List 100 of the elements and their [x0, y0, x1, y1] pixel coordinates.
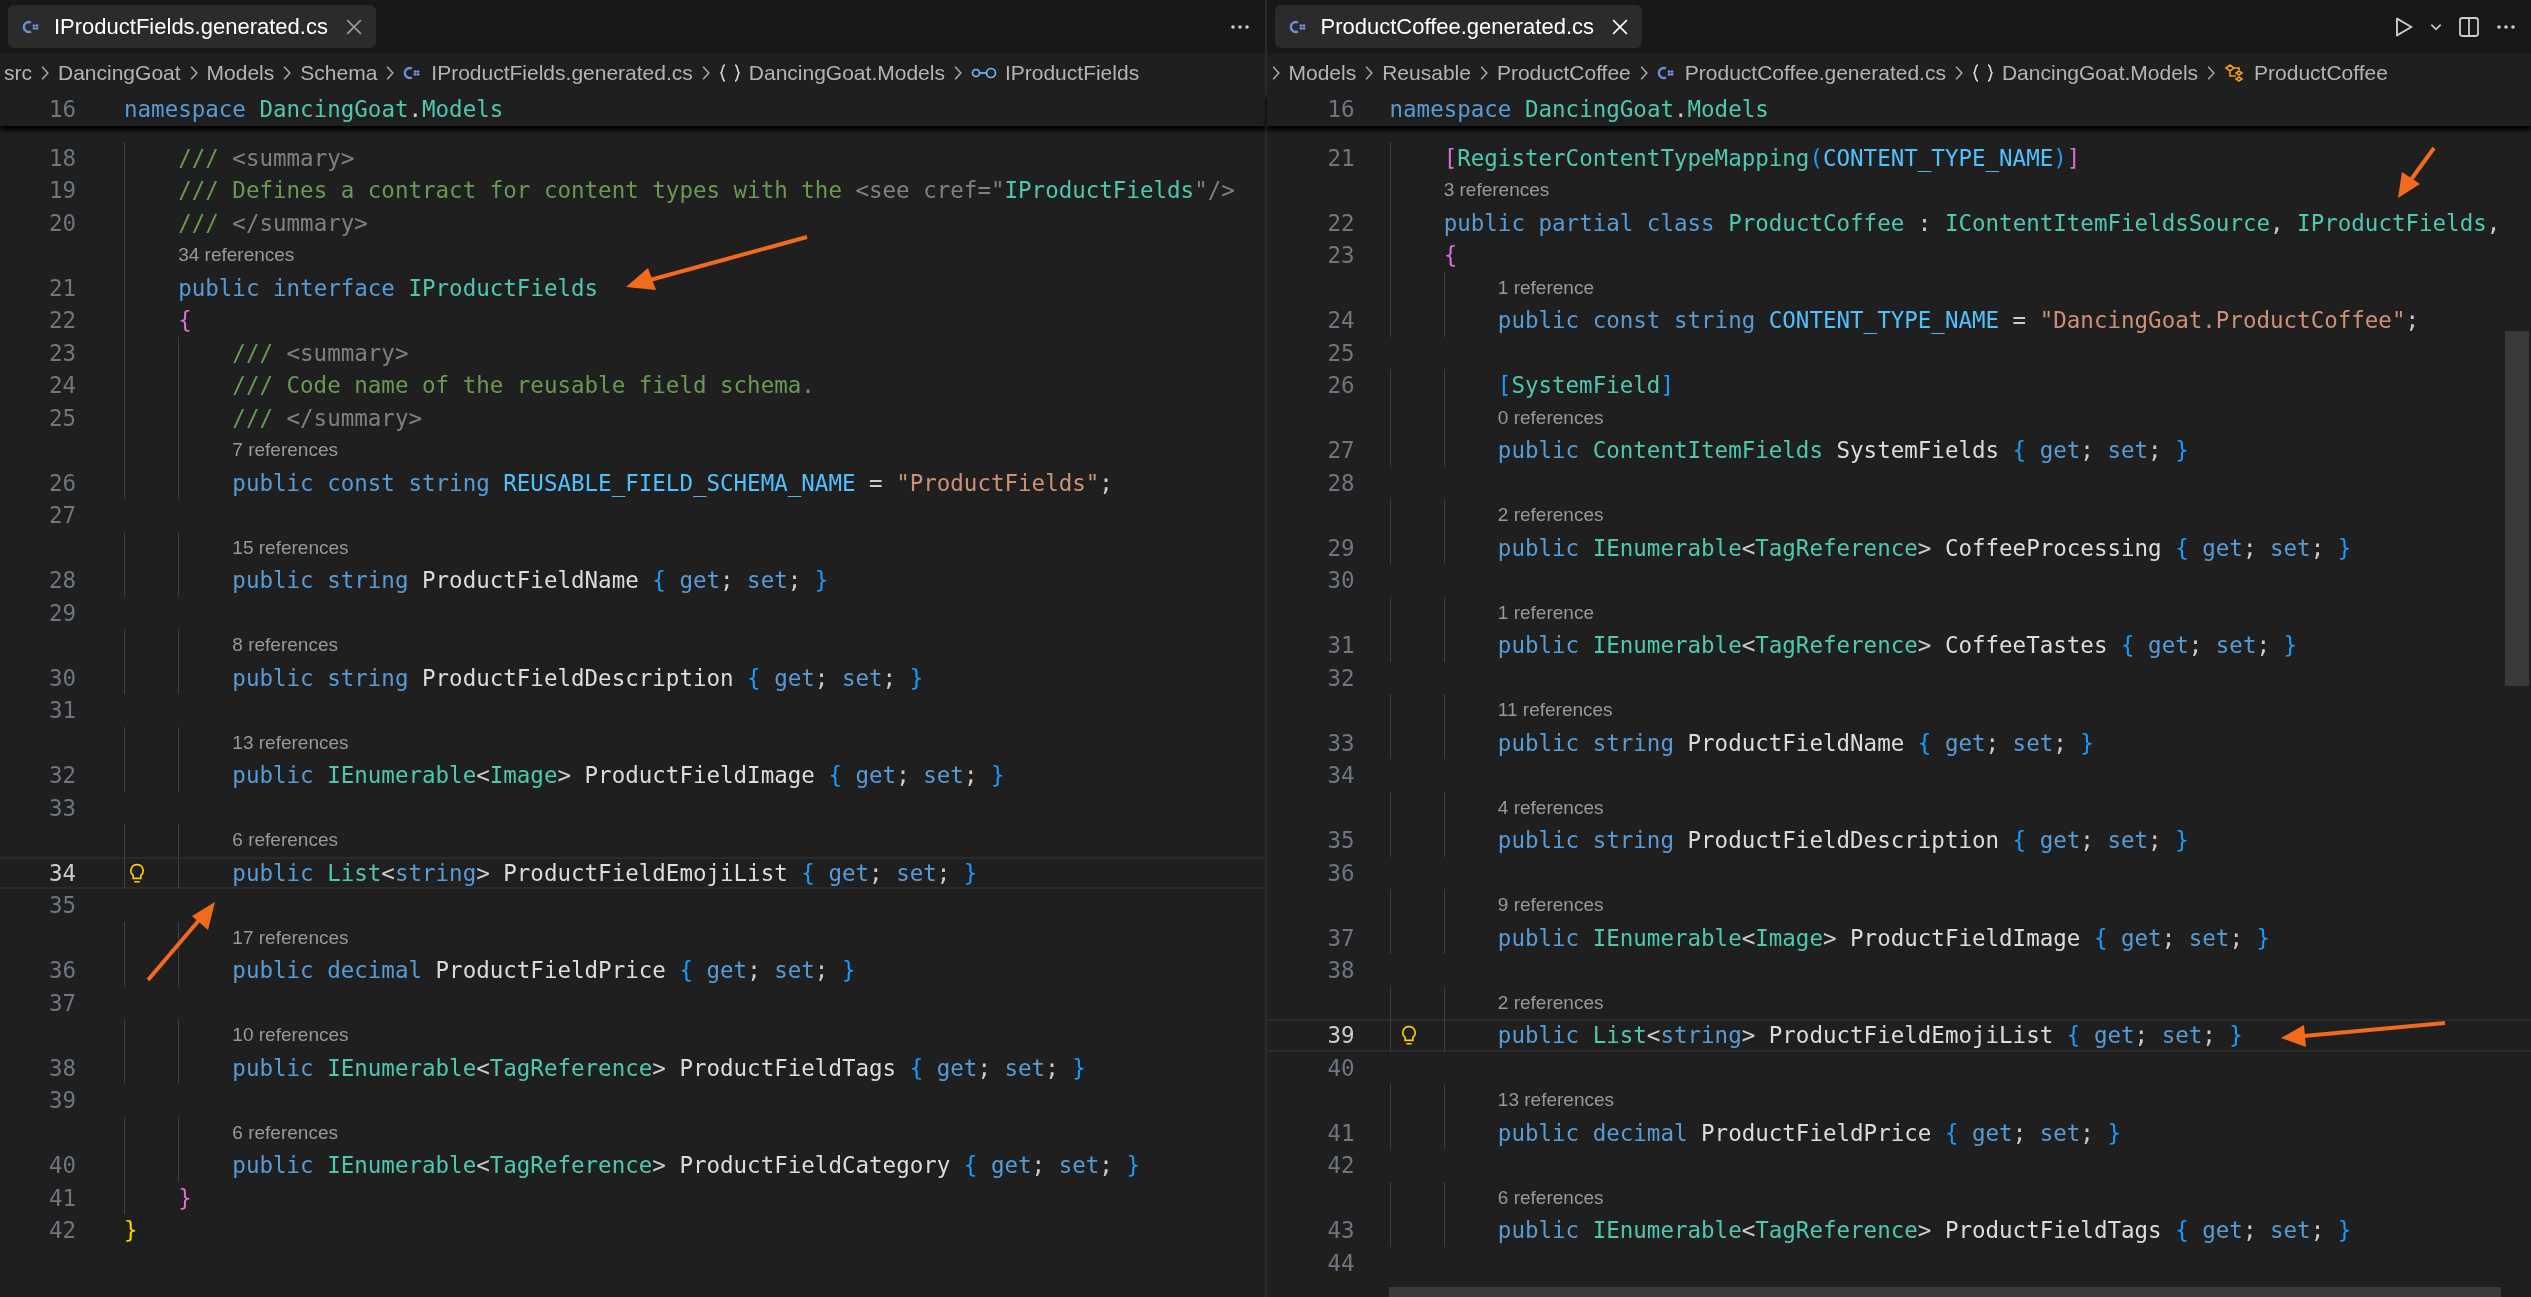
line-number: 28: [1326, 469, 1356, 496]
chevron-icon: [700, 65, 711, 81]
line-number: 30: [47, 664, 77, 691]
line-number: 31: [47, 697, 77, 724]
line-number: 21: [1326, 144, 1356, 171]
breadcrumb-item[interactable]: Models: [206, 61, 275, 85]
line-number: 29: [47, 599, 77, 626]
codelens-link[interactable]: 0 references: [1497, 406, 1604, 429]
chevron-icon: [40, 65, 50, 81]
codelens-link[interactable]: 17 references: [232, 926, 349, 949]
line-number: 41: [1326, 1119, 1356, 1146]
codelens-link[interactable]: 6 references: [232, 829, 338, 852]
line-number: 41: [47, 1184, 77, 1211]
scrollbar-thumb[interactable]: [1388, 1287, 2501, 1297]
breadcrumb-item[interactable]: ProductCoffee: [2254, 61, 2388, 85]
scrollbar-thumb[interactable]: [2505, 331, 2529, 686]
breadcrumb-item[interactable]: ProductCoffee: [1496, 61, 1631, 85]
line-number: 21: [47, 274, 77, 301]
codelens-link[interactable]: 10 references: [232, 1024, 349, 1047]
more-icon[interactable]: [2495, 23, 2517, 30]
codelens-link[interactable]: 11 references: [1497, 699, 1613, 722]
lightbulb-icon[interactable]: [1400, 1025, 1417, 1047]
codelens-link[interactable]: 1 reference: [1497, 276, 1594, 299]
breadcrumb-item[interactable]: Reusable: [1382, 61, 1471, 85]
line-number: 39: [47, 1087, 77, 1114]
codelens-link[interactable]: 7 references: [232, 439, 338, 462]
breadcrumb-item[interactable]: Models: [1288, 61, 1357, 85]
codelens-link[interactable]: 34 references: [178, 244, 295, 267]
code-line: public IEnumerable<Image> ProductFieldImage { get; set; }: [124, 759, 1005, 792]
codelens-link[interactable]: 9 references: [1497, 894, 1604, 917]
line-number: 34: [1326, 762, 1356, 789]
line-number: 33: [1326, 729, 1356, 756]
line-number: 24: [1326, 307, 1356, 334]
code-line: /// </summary>: [124, 401, 422, 434]
code-line: public string ProductFieldDescription { get; set; }: [1389, 824, 2189, 857]
line-number: 25: [47, 404, 77, 431]
split-editor-icon[interactable]: [2457, 14, 2481, 39]
editor-tab[interactable]: IProductFields.generated.cs: [8, 5, 376, 48]
codelens-link[interactable]: 8 references: [232, 634, 338, 657]
line-number: 23: [47, 339, 77, 366]
line-number: 43: [1326, 1217, 1356, 1244]
chevron-icon: [282, 65, 293, 81]
codelens-link[interactable]: 1 reference: [1497, 601, 1594, 624]
code-line: public decimal ProductFieldPrice { get; set; }: [124, 954, 856, 987]
code-line: }: [124, 1216, 138, 1246]
codelens-link[interactable]: 6 references: [1497, 1186, 1604, 1209]
codelens-link[interactable]: 13 references: [1497, 1089, 1615, 1112]
code-line: public decimal ProductFieldPrice { get; set; }: [1389, 1116, 2121, 1149]
code-line: /// <summary>: [124, 336, 409, 369]
breadcrumb-item[interactable]: IProductFields.generated.cs: [431, 61, 693, 85]
chevron-icon: [1638, 65, 1649, 81]
arrow-annotation: [2398, 146, 2436, 198]
line-number: 30: [1326, 567, 1356, 594]
line-number: 16: [47, 96, 77, 123]
codelens-link[interactable]: 13 references: [232, 731, 349, 754]
breadcrumb-item[interactable]: src: [4, 61, 32, 85]
code-line: {: [124, 304, 192, 337]
code-line: {: [1389, 239, 1458, 272]
code-line: public ContentItemFields SystemFields { get; set; }: [1389, 434, 2189, 467]
codelens-link[interactable]: 3 references: [1443, 179, 1550, 202]
chevron-icon: [385, 65, 396, 81]
codelens-link[interactable]: 15 references: [232, 536, 349, 559]
csharp-file-icon: [1656, 65, 1677, 81]
codelens-link[interactable]: 4 references: [1497, 796, 1604, 819]
chevron-icon: [188, 65, 199, 81]
editor-tab[interactable]: ProductCoffee.generated.cs: [1274, 5, 1643, 48]
line-number: 42: [1326, 1152, 1356, 1179]
code-line: public IEnumerable<Image> ProductFieldImage { get; set; }: [1389, 921, 2270, 954]
line-number: 28: [47, 567, 77, 594]
lightbulb-icon[interactable]: [129, 862, 145, 885]
code-line: /// </summary>: [124, 206, 368, 239]
code-line: [SystemField]: [1389, 369, 1674, 402]
chevron-icon: [1953, 65, 1964, 81]
interface-icon: [970, 67, 997, 79]
line-number: 33: [47, 794, 77, 821]
breadcrumb-item[interactable]: Schema: [300, 61, 378, 85]
line-number: 22: [1326, 209, 1356, 236]
line-number: 44: [1326, 1249, 1356, 1276]
breadcrumb-item[interactable]: DancingGoat: [58, 61, 181, 85]
line-number: 18: [47, 144, 77, 171]
chevron-icon: [1364, 65, 1375, 81]
codelens-link[interactable]: 2 references: [1497, 991, 1604, 1014]
codelens-link[interactable]: 6 references: [232, 1121, 338, 1144]
line-number: 23: [1326, 242, 1356, 269]
line-number: 37: [1326, 924, 1356, 951]
line-number: 39: [1326, 1022, 1356, 1049]
breadcrumb-item[interactable]: DancingGoat.Models: [748, 61, 945, 85]
code-line: [RegisterContentTypeMapping(CONTENT_TYPE_NAME)]: [1389, 141, 2081, 174]
braces-icon: [718, 63, 741, 83]
breadcrumb-item[interactable]: ProductCoffee.generated.cs: [1684, 61, 1946, 85]
code-line: public string ProductFieldName { get; set; }: [124, 564, 829, 597]
csharp-file-icon: [22, 18, 42, 35]
more-icon[interactable]: [1228, 23, 1251, 30]
line-number: 40: [47, 1152, 77, 1179]
code-line: public string ProductFieldDescription { get; set; }: [124, 661, 924, 694]
codelens-link[interactable]: 2 references: [1497, 504, 1604, 527]
code-line: public const string CONTENT_TYPE_NAME = "DancingGoat.ProductCoffee";: [1389, 304, 2419, 337]
line-number: 42: [47, 1217, 77, 1244]
breadcrumb-item[interactable]: IProductFields: [1004, 61, 1140, 85]
breadcrumb-item[interactable]: DancingGoat.Models: [2001, 61, 2199, 85]
